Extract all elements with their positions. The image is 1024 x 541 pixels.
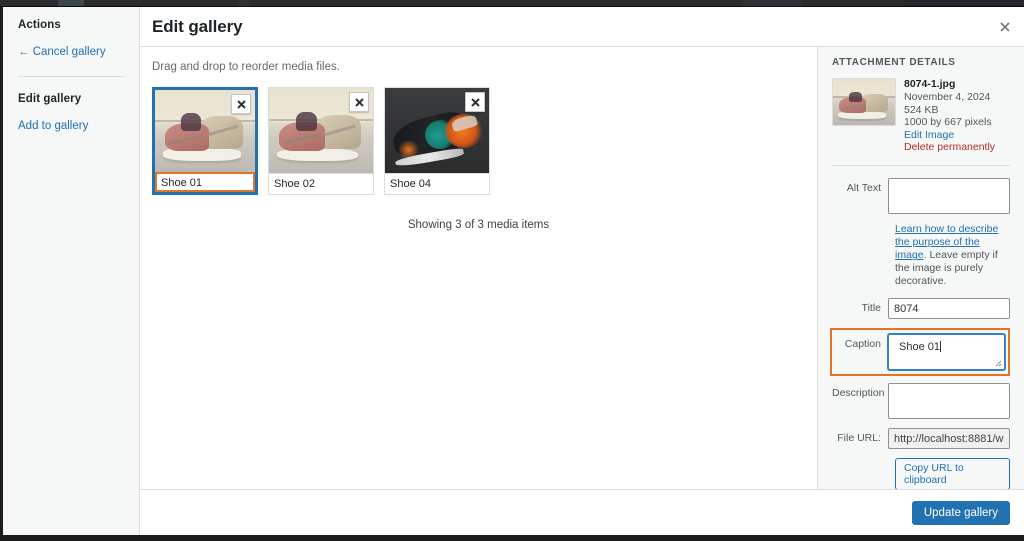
- attachment-filename: 8074-1.jpg: [904, 78, 956, 90]
- actions-heading: Actions: [18, 19, 61, 31]
- modal-header: Edit gallery: [140, 7, 1024, 47]
- title-row: Title: [832, 298, 1010, 320]
- file-url-row: File URL:: [832, 428, 1010, 450]
- caption-row: Caption Shoe 01: [832, 334, 1005, 371]
- gallery-item-caption[interactable]: Shoe 04: [385, 173, 489, 193]
- screenshot-root: Actions ← Cancel gallery Edit gallery Ad…: [0, 0, 1024, 541]
- gallery-item-caption[interactable]: Shoe 02: [269, 173, 373, 193]
- attachment-metadata: 8074-1.jpg November 4, 2024 524 KB 1000 …: [904, 78, 995, 153]
- text-caret: [939, 341, 941, 353]
- gallery-item-caption[interactable]: Shoe 01: [155, 172, 255, 192]
- attachment-dimensions: 1000 by 667 pixels: [904, 116, 992, 129]
- sidebar-left-edge: [0, 7, 3, 535]
- page-title: Edit gallery: [152, 16, 243, 36]
- edit-image-link[interactable]: Edit Image: [904, 129, 995, 141]
- cancel-gallery-link[interactable]: ← Cancel gallery: [0, 45, 139, 60]
- attachment-list: Shoe 01 Shoe 02 Shoe 04: [152, 87, 805, 195]
- resize-grip-icon: [995, 361, 1002, 367]
- add-to-gallery-link[interactable]: Add to gallery: [0, 119, 139, 134]
- modal-sidebar: Actions ← Cancel gallery Edit gallery Ad…: [0, 7, 140, 535]
- attachment-filesize: 524 KB: [904, 103, 939, 116]
- close-icon[interactable]: [996, 18, 1014, 36]
- alt-text-label: Alt Text: [846, 182, 881, 195]
- alt-text-row: Alt Text: [832, 178, 1010, 215]
- gallery-item-shoe-01[interactable]: Shoe 01: [152, 87, 258, 195]
- file-url-label: File URL:: [837, 432, 881, 445]
- gallery-item-shoe-04[interactable]: Shoe 04: [384, 87, 490, 195]
- gallery-item-shoe-02[interactable]: Shoe 02: [268, 87, 374, 195]
- title-label: Title: [861, 302, 881, 315]
- description-label: Description: [832, 387, 885, 400]
- edit-gallery-heading: Edit gallery: [18, 93, 82, 105]
- reorder-instructions: Drag and drop to reorder media files.: [152, 61, 340, 73]
- close-icon[interactable]: [231, 94, 251, 114]
- attachment-details-title: ATTACHMENT DETAILS: [832, 57, 956, 68]
- caption-label: Caption: [844, 338, 881, 351]
- description-row: Description: [832, 383, 1010, 420]
- file-url-field[interactable]: [888, 428, 1010, 450]
- copy-url-button[interactable]: Copy URL to clipboard: [895, 458, 1010, 489]
- caption-field[interactable]: Shoe 01: [888, 334, 1005, 371]
- alt-text-field[interactable]: [888, 178, 1010, 215]
- delete-permanently-link[interactable]: Delete permanently: [904, 141, 995, 153]
- modal-footer: Update gallery: [140, 489, 1024, 535]
- title-field[interactable]: [888, 298, 1010, 320]
- caption-annotation-box: Caption Shoe 01: [830, 328, 1010, 377]
- details-divider: [832, 165, 1010, 167]
- update-gallery-button[interactable]: Update gallery: [911, 500, 1010, 525]
- sidebar-divider: [18, 76, 125, 77]
- attachment-thumbnail: [832, 78, 896, 126]
- description-field[interactable]: [888, 383, 1010, 420]
- attachment-details-panel: ATTACHMENT DETAILS 8074-1.jpg November 4…: [818, 47, 1024, 489]
- attachment-summary: 8074-1.jpg November 4, 2024 524 KB 1000 …: [832, 78, 1010, 153]
- gallery-pane: Drag and drop to reorder media files. Sh…: [140, 47, 818, 489]
- attachment-date: November 4, 2024: [904, 91, 991, 104]
- showing-count-text: Showing 3 of 3 media items: [407, 219, 550, 231]
- work-area: Drag and drop to reorder media files. Sh…: [140, 47, 1024, 489]
- caption-field-value: Shoe 01: [899, 341, 940, 354]
- close-icon[interactable]: [349, 92, 369, 112]
- window-bottom-edge: [0, 535, 1024, 541]
- modal-body: Edit gallery Drag and drop to reorder me…: [140, 7, 1024, 535]
- alt-text-help: Learn how to describe the purpose of the…: [895, 223, 1010, 288]
- edit-gallery-modal: Actions ← Cancel gallery Edit gallery Ad…: [0, 6, 1024, 535]
- close-icon[interactable]: [465, 92, 485, 112]
